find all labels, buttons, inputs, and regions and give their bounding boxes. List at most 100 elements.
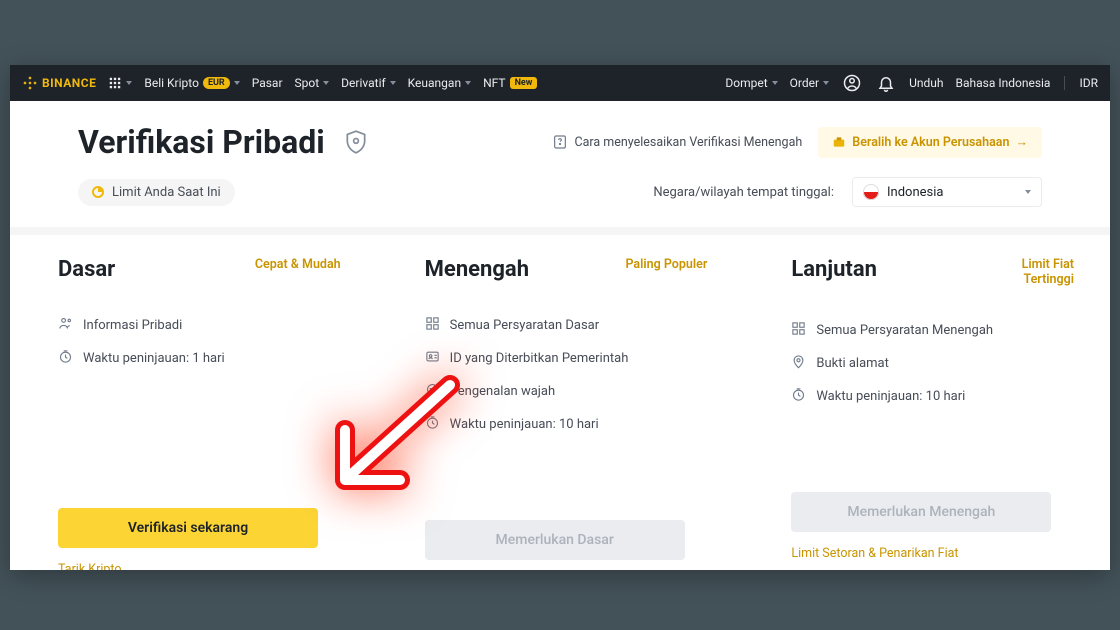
- tier-tag: Paling Populer: [625, 257, 707, 272]
- nav-orders[interactable]: Order: [790, 76, 829, 90]
- nav-separator: [1064, 76, 1065, 90]
- new-badge: New: [510, 77, 538, 89]
- nav-label: Keuangan: [408, 76, 461, 90]
- nav-finance[interactable]: Keuangan: [408, 76, 471, 90]
- nav-label: NFT: [483, 76, 505, 90]
- chevron-down-icon: [323, 81, 329, 85]
- account-icon[interactable]: [841, 72, 863, 94]
- nav-apps[interactable]: [108, 76, 132, 90]
- chevron-down-icon: [234, 81, 240, 85]
- requirement-list: Informasi Pribadi Waktu peninjauan: 1 ha…: [58, 316, 341, 368]
- nav-label: Spot: [295, 76, 320, 90]
- link-label: Cara menyelesaikan Verifikasi Menengah: [574, 135, 802, 150]
- nav-currency[interactable]: IDR: [1079, 76, 1098, 90]
- requirement-text: Semua Persyaratan Dasar: [450, 318, 599, 333]
- nav-buy-crypto[interactable]: Beli Kripto EUR: [144, 76, 239, 90]
- tier-name: Dasar: [58, 257, 115, 282]
- switch-enterprise-button[interactable]: Beralih ke Akun Perusahaan →: [818, 127, 1042, 158]
- eur-badge: EUR: [203, 77, 230, 89]
- tier-cta-button: Memerlukan Dasar: [425, 520, 685, 560]
- user-icon: [58, 316, 73, 335]
- chevron-down-icon: [772, 81, 778, 85]
- app-window: BINANCE Beli Kripto EUR Pasar Spot Deriv…: [10, 65, 1110, 570]
- tier-requirement: Waktu peninjauan: 1 hari: [58, 349, 341, 368]
- link-howto[interactable]: Cara menyelesaikan Verifikasi Menengah: [552, 134, 802, 150]
- nav-wallet[interactable]: Dompet: [725, 76, 777, 90]
- nav-label: Unduh: [909, 76, 943, 90]
- page-header: Verifikasi Pribadi Cara menyelesaikan Ve…: [10, 101, 1110, 227]
- brand-logo[interactable]: BINANCE: [22, 75, 96, 91]
- nav-label: Bahasa Indonesia: [955, 76, 1050, 90]
- question-doc-icon: [552, 134, 568, 150]
- requirement-text: Bukti alamat: [816, 356, 889, 371]
- chevron-down-icon: [823, 81, 829, 85]
- binance-logo-icon: [22, 75, 38, 91]
- tier-sublink[interactable]: Limit Setoran & Penarikan Fiat: [791, 546, 1074, 561]
- tier-requirement: Bukti alamat: [791, 354, 1074, 373]
- requirement-text: Pengenalan wajah: [450, 384, 555, 399]
- top-nav: BINANCE Beli Kripto EUR Pasar Spot Deriv…: [10, 65, 1110, 101]
- nav-nft[interactable]: NFT New: [483, 76, 537, 90]
- tier-cta-button: Memerlukan Menengah: [791, 492, 1051, 532]
- tier-cta-button[interactable]: Verifikasi sekarang: [58, 508, 318, 548]
- button-label: Beralih ke Akun Perusahaan: [852, 135, 1009, 150]
- progress-dot-icon: [92, 186, 104, 198]
- requirement-text: Waktu peninjauan: 1 hari: [83, 351, 225, 366]
- nav-label: IDR: [1079, 76, 1098, 90]
- requirement-text: ID yang Diterbitkan Pemerintah: [450, 351, 629, 366]
- requirement-list: Semua Persyaratan Dasar ID yang Diterbit…: [425, 316, 708, 434]
- arrow-right-icon: →: [1016, 135, 1029, 150]
- notifications-icon[interactable]: [875, 72, 897, 94]
- brand-name: BINANCE: [42, 76, 96, 90]
- nav-label: Derivatif: [341, 76, 386, 90]
- face-icon: [425, 382, 440, 401]
- tier-tag: Limit Fiat Tertinggi: [984, 257, 1074, 287]
- tier-requirement: Waktu peninjauan: 10 hari: [791, 387, 1074, 406]
- clock-icon: [425, 415, 440, 434]
- tier-requirement: ID yang Diterbitkan Pemerintah: [425, 349, 708, 368]
- chevron-down-icon: [465, 81, 471, 85]
- requirement-text: Waktu peninjauan: 10 hari: [816, 389, 965, 404]
- tier-requirement: Informasi Pribadi: [58, 316, 341, 335]
- nav-markets[interactable]: Pasar: [252, 76, 283, 90]
- id-icon: [425, 349, 440, 368]
- tier-name: Menengah: [425, 257, 529, 282]
- nav-label: Beli Kripto: [144, 76, 199, 90]
- flag-indonesia-icon: [863, 184, 879, 200]
- tier-requirement: Pengenalan wajah: [425, 382, 708, 401]
- country-name: Indonesia: [887, 185, 943, 200]
- current-limit-pill[interactable]: Limit Anda Saat Ini: [78, 179, 235, 206]
- nav-download[interactable]: Unduh: [909, 76, 943, 90]
- grid-icon: [425, 316, 440, 335]
- nav-derivatives[interactable]: Derivatif: [341, 76, 396, 90]
- page-title: Verifikasi Pribadi: [78, 123, 325, 161]
- shield-icon: [343, 129, 369, 155]
- tier-requirement: Semua Persyaratan Menengah: [791, 321, 1074, 340]
- clock-icon: [791, 387, 806, 406]
- tier-menengah: Menengah Paling Populer Semua Persyarata…: [377, 257, 744, 570]
- tier-tag: Cepat & Mudah: [255, 257, 341, 272]
- requirement-text: Informasi Pribadi: [83, 318, 182, 333]
- nav-spot[interactable]: Spot: [295, 76, 330, 90]
- requirement-text: Semua Persyaratan Menengah: [816, 323, 993, 338]
- country-select[interactable]: Indonesia: [852, 177, 1042, 207]
- tier-dasar: Dasar Cepat & Mudah Informasi Pribadi Wa…: [10, 257, 377, 570]
- nav-label: Dompet: [725, 76, 767, 90]
- tier-lanjutan: Lanjutan Limit Fiat Tertinggi Semua Pers…: [743, 257, 1110, 570]
- grid-icon: [108, 76, 122, 90]
- tier-sublink[interactable]: Tarik Kripto: [58, 562, 341, 570]
- tiers-row: Dasar Cepat & Mudah Informasi Pribadi Wa…: [10, 227, 1110, 570]
- nav-language[interactable]: Bahasa Indonesia: [955, 76, 1050, 90]
- chevron-down-icon: [1025, 190, 1031, 194]
- nav-label: Order: [790, 76, 819, 90]
- clock-icon: [58, 349, 73, 368]
- nav-label: Pasar: [252, 76, 283, 90]
- pin-icon: [791, 354, 806, 373]
- grid-icon: [791, 321, 806, 340]
- briefcase-icon: [832, 135, 846, 149]
- tier-name: Lanjutan: [791, 257, 877, 282]
- region-label: Negara/wilayah tempat tinggal:: [653, 185, 834, 200]
- tier-requirement: Semua Persyaratan Dasar: [425, 316, 708, 335]
- pill-label: Limit Anda Saat Ini: [112, 185, 221, 200]
- requirement-list: Semua Persyaratan Menengah Bukti alamat …: [791, 321, 1074, 406]
